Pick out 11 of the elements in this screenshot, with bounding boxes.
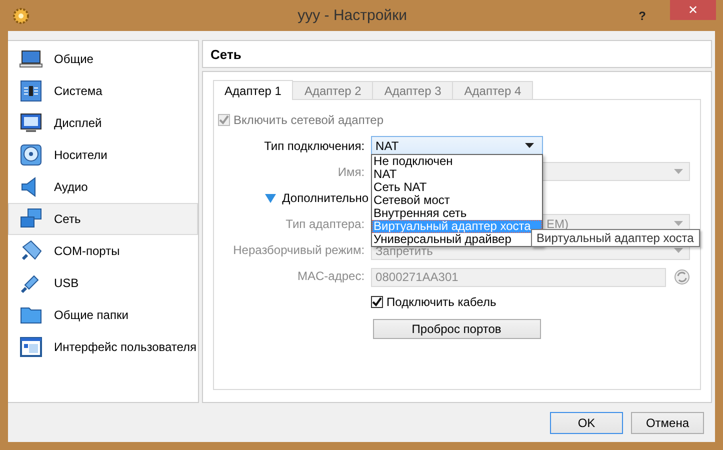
field-label: Неразборчивый режим: bbox=[233, 243, 365, 257]
field-label: Имя: bbox=[338, 165, 365, 179]
page-title: Сеть bbox=[202, 40, 712, 68]
field-label: Тип адаптера: bbox=[286, 217, 365, 231]
field-label: Тип подключения: bbox=[264, 139, 365, 153]
window-title: yyy - Настройки bbox=[296, 7, 408, 24]
advanced-label: Дополнительно bbox=[282, 191, 369, 205]
connect-cable-label: Подключить кабель bbox=[386, 295, 496, 309]
enable-adapter-label: Включить сетевой адаптер bbox=[234, 113, 384, 127]
tooltip: Виртуальный адаптер хоста bbox=[530, 229, 700, 247]
field-label: MAC-адрес: bbox=[298, 269, 365, 283]
